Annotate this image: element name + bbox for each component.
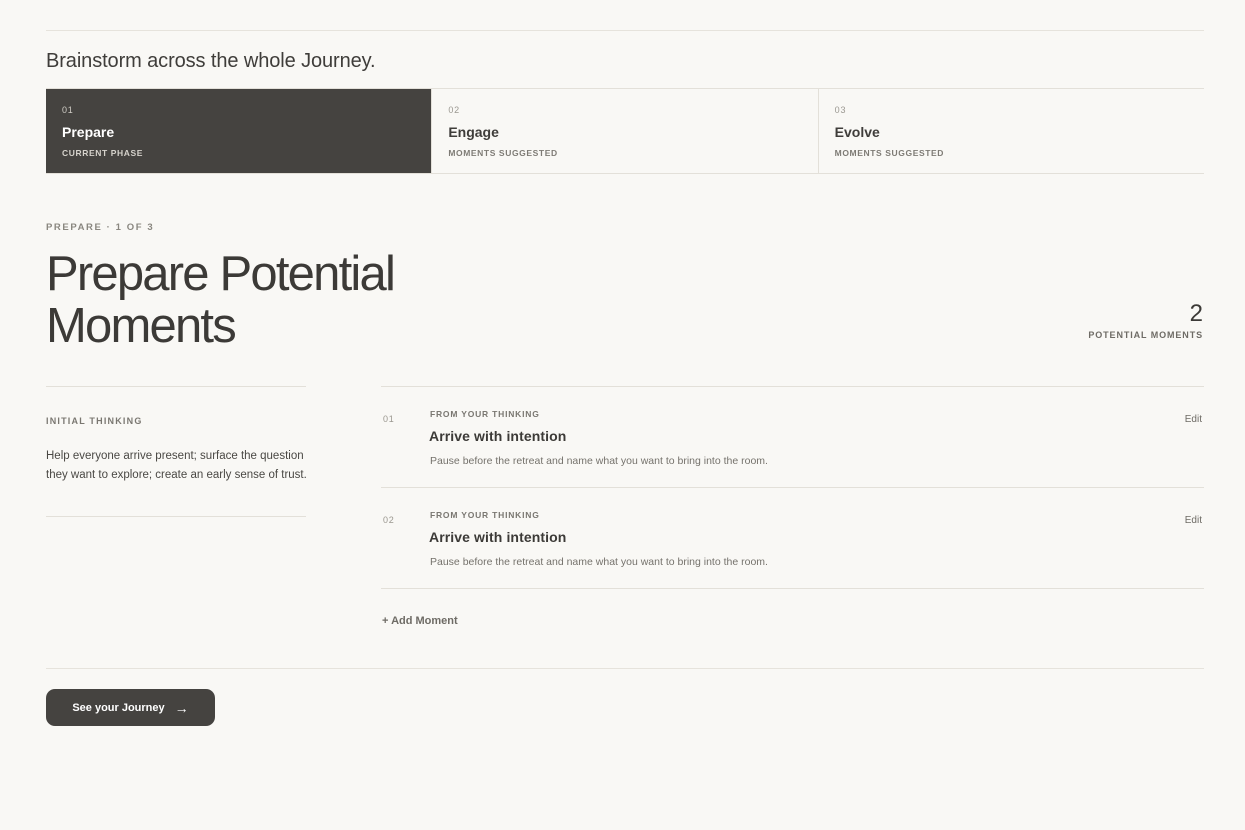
page-title: Prepare Potential Moments xyxy=(46,247,396,353)
list-item: 02 FROM YOUR THINKING Arrive with intent… xyxy=(381,488,1204,589)
edit-moment-button[interactable]: Edit xyxy=(1185,414,1202,425)
initial-thinking-text: Help everyone arrive present; surface th… xyxy=(46,450,307,481)
moments-count-label: POTENTIAL MOMENTS xyxy=(1088,330,1203,340)
moment-description: Pause before the retreat and name what y… xyxy=(430,455,768,467)
top-divider xyxy=(46,30,1204,31)
journey-page: Brainstorm across the whole Journey. 01 … xyxy=(0,0,1245,830)
section-title: Brainstorm across the whole Journey. xyxy=(46,50,376,72)
see-journey-button[interactable]: See your Journey → xyxy=(46,689,215,726)
tab-evolve[interactable]: 03 Evolve MOMENTS SUGGESTED xyxy=(817,89,1204,173)
tab-engage[interactable]: 02 Engage MOMENTS SUGGESTED xyxy=(431,89,817,173)
tab-prepare[interactable]: 01 Prepare CURRENT PHASE xyxy=(46,89,432,173)
moment-source: FROM YOUR THINKING xyxy=(430,409,540,419)
initial-thinking-label: INITIAL THINKING xyxy=(46,416,143,426)
moments-counter: 2 POTENTIAL MOMENTS xyxy=(1088,300,1203,340)
add-moment-button[interactable]: + Add Moment xyxy=(382,615,458,627)
moment-title: Arrive with intention xyxy=(429,529,567,545)
initial-thinking-panel: INITIAL THINKING Help everyone arrive pr… xyxy=(46,386,307,517)
moment-number: 02 xyxy=(383,515,395,525)
bottom-divider xyxy=(46,668,1204,669)
phase-name: Prepare xyxy=(62,124,115,140)
phase-number: 03 xyxy=(834,105,847,115)
moment-source: FROM YOUR THINKING xyxy=(430,510,540,520)
arrow-right-icon: → xyxy=(174,699,189,716)
phase-name: Engage xyxy=(448,124,499,140)
phase-number: 01 xyxy=(62,105,74,115)
list-item: 01 FROM YOUR THINKING Arrive with intent… xyxy=(381,387,1204,488)
phase-name: Evolve xyxy=(834,124,880,140)
phase-status: MOMENTS SUGGESTED xyxy=(448,148,558,158)
phase-tabs: 01 Prepare CURRENT PHASE 02 Engage MOMEN… xyxy=(46,88,1204,174)
see-journey-label: See your Journey xyxy=(72,701,165,714)
phase-progress-label: PREPARE · 1 OF 3 xyxy=(46,222,155,233)
phase-status: MOMENTS SUGGESTED xyxy=(834,148,945,158)
phase-number: 02 xyxy=(448,105,460,115)
moments-count: 2 xyxy=(1189,300,1203,327)
moment-number: 01 xyxy=(383,414,395,424)
moment-description: Pause before the retreat and name what y… xyxy=(430,556,768,568)
edit-moment-button[interactable]: Edit xyxy=(1185,515,1202,526)
moments-list: 01 FROM YOUR THINKING Arrive with intent… xyxy=(381,386,1204,589)
phase-status: CURRENT PHASE xyxy=(62,148,144,158)
moment-title: Arrive with intention xyxy=(429,428,567,444)
